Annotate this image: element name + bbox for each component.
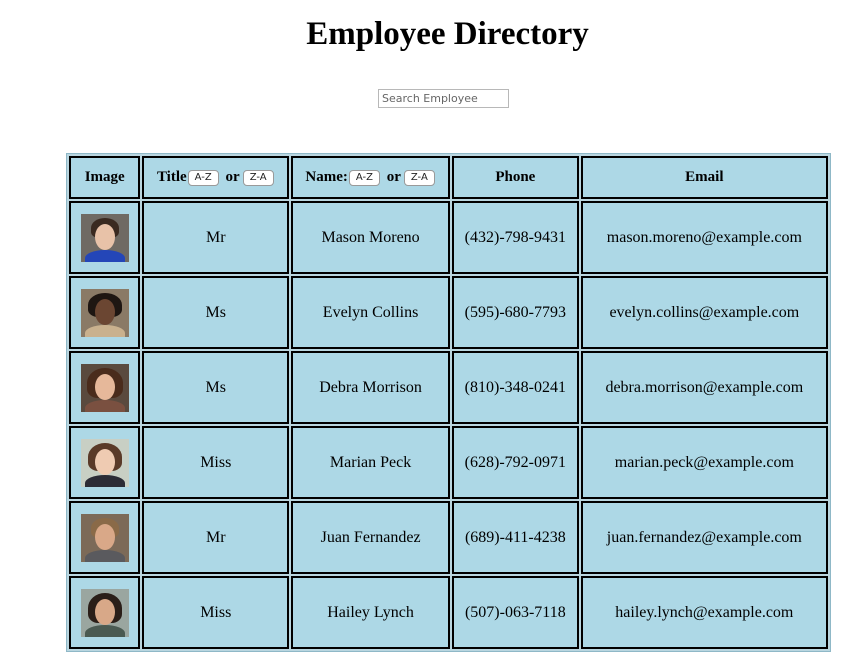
phone-cell: (595)-680-7793 [452,276,579,349]
phone-cell: (689)-411-4238 [452,501,579,574]
avatar [80,513,129,562]
phone-cell: (810)-348-0241 [452,351,579,424]
column-header-phone: Phone [452,156,579,199]
image-cell [69,201,141,274]
table-row: Mr Mason Moreno (432)-798-9431 mason.mor… [69,201,828,274]
title-cell: Ms [142,276,290,349]
sort-name-asc-button[interactable]: A-Z [348,169,380,186]
image-cell [69,276,141,349]
title-cell: Miss [142,426,290,499]
column-header-email: Email [580,156,828,199]
title-cell: Miss [142,576,290,649]
email-cell: evelyn.collins@example.com [580,276,828,349]
sort-name-desc-button[interactable]: Z-A [403,169,435,186]
avatar [80,438,129,487]
column-header-image-label: Image [84,169,125,185]
title-cell: Mr [142,201,290,274]
table-header-row: Image Title A-Z or Z-A Name: A-Z or Z-A Phon… [69,156,828,199]
column-header-name-label: Name: [305,169,348,186]
avatar [80,288,129,337]
phone-cell: (507)-063-7118 [452,576,579,649]
name-cell: Juan Fernandez [291,501,450,574]
email-cell: mason.moreno@example.com [580,201,828,274]
employee-table: Image Title A-Z or Z-A Name: A-Z or Z-A Phon… [66,153,831,652]
table-row: Mr Juan Fernandez (689)-411-4238 juan.fe… [69,501,828,574]
name-cell: Hailey Lynch [291,576,450,649]
name-cell: Evelyn Collins [291,276,450,349]
search-container [378,89,509,108]
name-cell: Mason Moreno [291,201,450,274]
column-header-title-label: Title [156,169,187,186]
image-cell [69,351,141,424]
column-header-title: Title A-Z or Z-A [142,156,290,199]
avatar [80,588,129,637]
phone-cell: (628)-792-0971 [452,426,579,499]
title-cell: Ms [142,351,290,424]
employee-table-container: Image Title A-Z or Z-A Name: A-Z or Z-A Phon… [66,153,831,652]
page-title: Employee Directory [306,16,589,52]
table-row: Ms Evelyn Collins (595)-680-7793 evelyn.… [69,276,828,349]
title-cell: Mr [142,501,290,574]
table-row: Ms Debra Morrison (810)-348-0241 debra.m… [69,351,828,424]
email-cell: debra.morrison@example.com [580,351,828,424]
image-cell [69,576,141,649]
column-header-image: Image [69,156,141,199]
sort-title-asc-button[interactable]: A-Z [187,169,219,186]
email-cell: hailey.lynch@example.com [580,576,828,649]
phone-cell: (432)-798-9431 [452,201,579,274]
name-cell: Marian Peck [291,426,450,499]
table-row: Miss Marian Peck (628)-792-0971 marian.p… [69,426,828,499]
email-cell: marian.peck@example.com [580,426,828,499]
image-cell [69,426,141,499]
email-cell: juan.fernandez@example.com [580,501,828,574]
name-cell: Debra Morrison [291,351,450,424]
avatar [80,213,129,262]
search-input[interactable] [378,89,509,108]
sort-name-or-text: or [386,169,401,186]
sort-title-or-text: or [225,169,240,186]
column-header-phone-label: Phone [495,169,536,185]
sort-title-desc-button[interactable]: Z-A [242,169,274,186]
column-header-email-label: Email [685,169,724,185]
table-row: Miss Hailey Lynch (507)-063-7118 hailey.… [69,576,828,649]
image-cell [69,501,141,574]
column-header-name: Name: A-Z or Z-A [291,156,450,199]
avatar [80,363,129,412]
